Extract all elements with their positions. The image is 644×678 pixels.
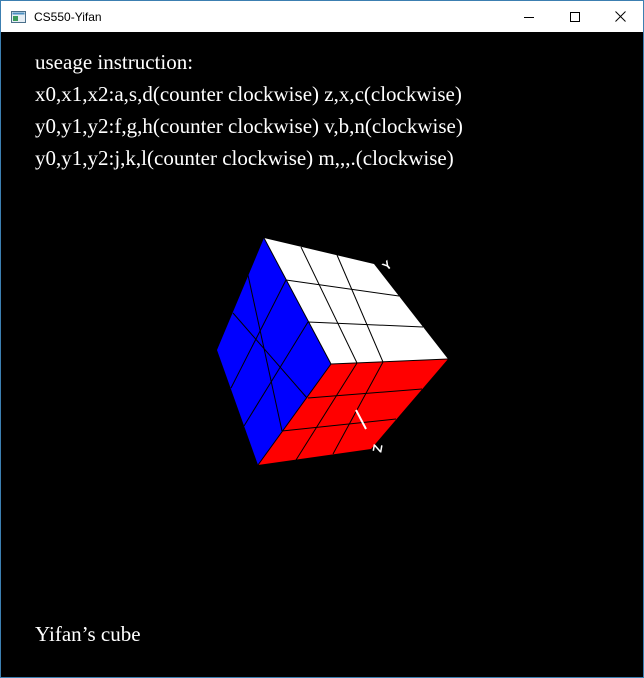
- app-window-icon: [11, 10, 26, 23]
- minimize-button[interactable]: [506, 1, 552, 32]
- cube-caption: Yifan’s cube: [35, 622, 141, 646]
- opengl-canvas[interactable]: useage instruction: x0,x1,x2:a,s,d(count…: [2, 32, 642, 677]
- axis-label-y: Y: [380, 257, 395, 273]
- close-button[interactable]: [597, 1, 643, 32]
- title-bar[interactable]: CS550-Yifan: [1, 1, 643, 32]
- maximize-button[interactable]: [552, 1, 598, 32]
- minimize-icon: [524, 12, 534, 22]
- app-window: CS550-Yifan useage instruction: x0,x1,x2…: [0, 0, 644, 678]
- axis-label-z: Z: [369, 443, 385, 453]
- rubiks-cube: Y Z: [217, 237, 449, 466]
- close-icon: [614, 11, 626, 22]
- window-title: CS550-Yifan: [34, 10, 102, 24]
- maximize-icon: [570, 11, 580, 22]
